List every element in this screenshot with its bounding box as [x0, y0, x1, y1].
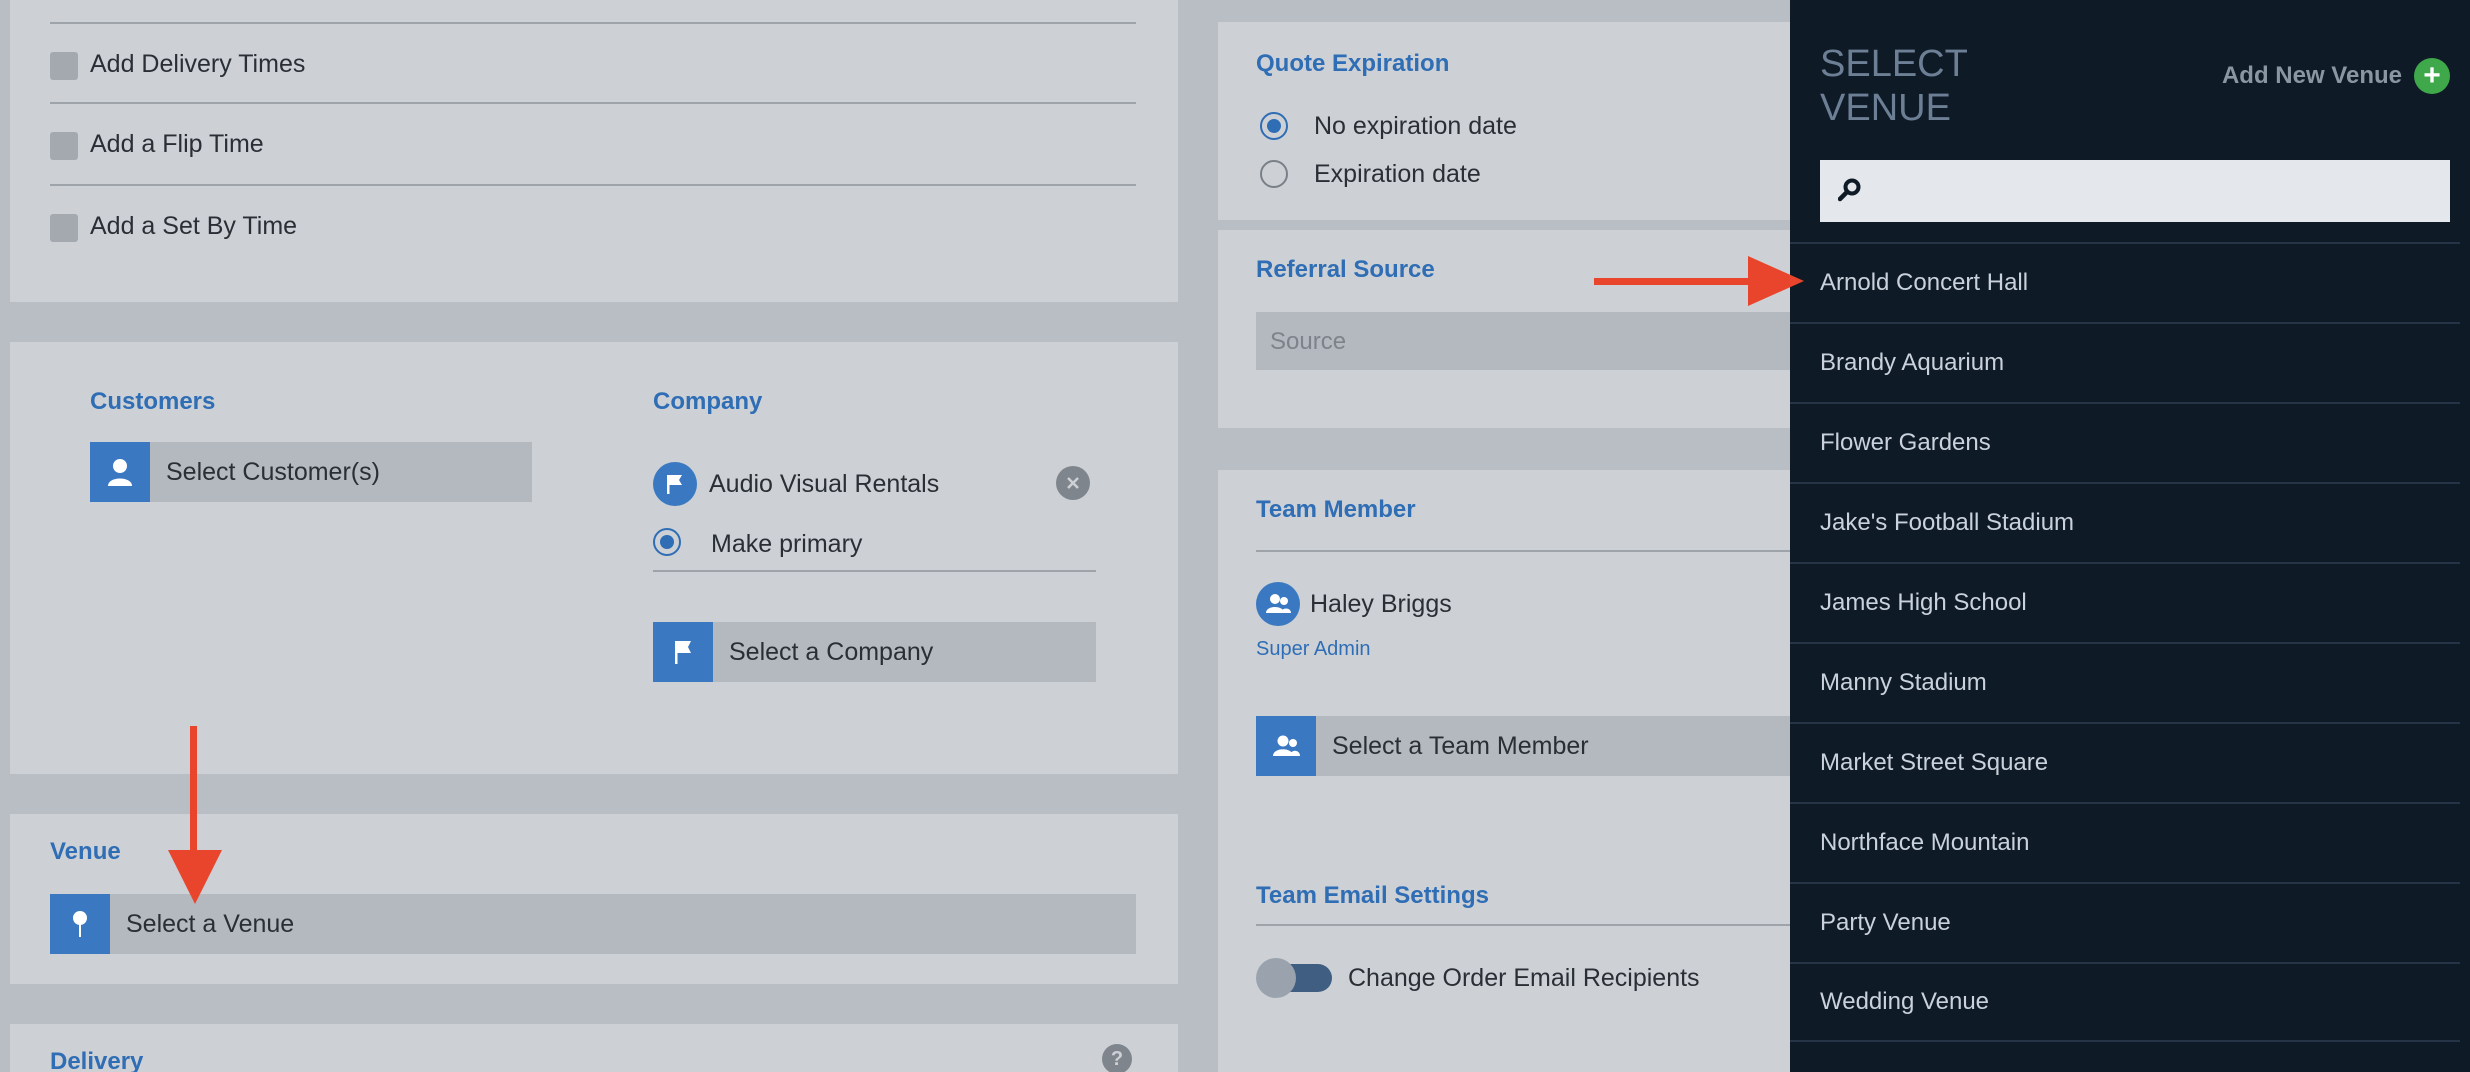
venue-item-wedding-venue[interactable]: Wedding Venue — [1790, 962, 2460, 1042]
team-email-divider — [1256, 924, 1790, 926]
flip-time-label: Add a Flip Time — [90, 130, 264, 158]
search-icon — [1838, 178, 1861, 202]
venue-item-flower-gardens[interactable]: Flower Gardens — [1790, 402, 2460, 482]
venue-item-party-venue[interactable]: Party Venue — [1790, 882, 2460, 962]
plus-icon: + — [2414, 58, 2450, 94]
annotation-arrow-right — [1594, 256, 1804, 306]
options-card: Add Delivery Times Add a Flip Time Add a… — [10, 0, 1178, 302]
set-by-time-label: Add a Set By Time — [90, 212, 298, 240]
select-team-member-label: Select a Team Member — [1332, 731, 1589, 760]
venue-search-input[interactable] — [1820, 160, 2450, 222]
team-email-settings-label: Team Email Settings — [1256, 882, 1489, 909]
company-divider — [653, 570, 1096, 572]
change-order-email-label: Change Order Email Recipients — [1348, 964, 1700, 992]
team-member-avatar-icon — [1256, 582, 1300, 626]
venue-item-jakes-football-stadium[interactable]: Jake's Football Stadium — [1790, 482, 2460, 562]
team-member-card: Team Member Haley Briggs Super Admin Sel… — [1218, 470, 1790, 1072]
select-venue-label: Select a Venue — [126, 909, 295, 938]
expiration-date-label: Expiration date — [1314, 160, 1481, 188]
venue-item-manny-stadium[interactable]: Manny Stadium — [1790, 642, 2460, 722]
no-expiration-label: No expiration date — [1314, 112, 1517, 140]
select-venue-panel: SELECT VENUE Add New Venue + Arnold Conc… — [1790, 0, 2470, 1072]
flip-time-checkbox[interactable] — [50, 132, 78, 160]
referral-source-select[interactable]: Source — [1256, 312, 1790, 370]
team-member-label: Team Member — [1256, 496, 1416, 523]
team-member-name: Haley Briggs — [1310, 590, 1452, 618]
delivery-card: Delivery ? — [10, 1024, 1178, 1072]
option-row-set-by-time[interactable]: Add a Set By Time — [50, 186, 1136, 268]
flag-icon — [653, 622, 713, 682]
select-customer-button[interactable]: Select Customer(s) — [90, 442, 532, 502]
venue-list: Arnold Concert Hall Brandy Aquarium Flow… — [1790, 242, 2460, 1042]
change-order-email-toggle[interactable] — [1256, 958, 1332, 998]
team-member-divider — [1256, 550, 1790, 552]
quote-expiration-label: Quote Expiration — [1256, 50, 1450, 77]
select-team-member-button[interactable]: Select a Team Member — [1256, 716, 1790, 776]
delivery-times-checkbox[interactable] — [50, 52, 78, 80]
company-name: Audio Visual Rentals — [709, 470, 940, 498]
set-by-time-checkbox[interactable] — [50, 214, 78, 242]
venue-item-james-high-school[interactable]: James High School — [1790, 562, 2460, 642]
delivery-label: Delivery — [50, 1048, 144, 1072]
select-venue-title: SELECT VENUE — [1820, 43, 1968, 129]
venue-item-northface-mountain[interactable]: Northface Mountain — [1790, 802, 2460, 882]
customers-company-card: Customers Select Customer(s) Company Aud… — [10, 342, 1178, 774]
venue-label: Venue — [50, 838, 121, 865]
delivery-times-label: Add Delivery Times — [90, 50, 306, 78]
referral-source-label: Referral Source — [1256, 256, 1435, 283]
no-expiration-radio[interactable] — [1260, 112, 1288, 140]
add-new-venue-button[interactable]: Add New Venue + — [2222, 58, 2450, 94]
make-primary-radio[interactable] — [653, 528, 681, 556]
select-company-button[interactable]: Select a Company — [653, 622, 1096, 682]
venue-item-brandy-aquarium[interactable]: Brandy Aquarium — [1790, 322, 2460, 402]
venue-item-market-street-square[interactable]: Market Street Square — [1790, 722, 2460, 802]
select-company-label: Select a Company — [729, 637, 934, 666]
team-icon — [1256, 716, 1316, 776]
option-row-flip-time[interactable]: Add a Flip Time — [50, 104, 1136, 186]
quote-expiration-card: Quote Expiration No expiration date Expi… — [1218, 22, 1790, 220]
referral-source-placeholder: Source — [1270, 328, 1347, 355]
pin-icon — [50, 894, 110, 954]
select-customer-label: Select Customer(s) — [166, 457, 380, 486]
customers-label: Customers — [90, 388, 216, 415]
venue-item-arnold-concert-hall[interactable]: Arnold Concert Hall — [1790, 242, 2460, 322]
expiration-date-radio[interactable] — [1260, 160, 1288, 188]
add-new-venue-label: Add New Venue — [2221, 62, 2402, 89]
make-primary-label: Make primary — [711, 530, 863, 558]
user-icon — [90, 442, 150, 502]
option-row-delivery-times[interactable]: Add Delivery Times — [50, 22, 1136, 104]
team-member-role[interactable]: Super Admin — [1256, 638, 1371, 661]
annotation-arrow-down — [168, 726, 222, 904]
help-icon[interactable]: ? — [1102, 1044, 1132, 1072]
remove-company-icon[interactable] — [1056, 466, 1090, 500]
company-flag-icon — [653, 462, 697, 506]
company-label: Company — [653, 388, 763, 415]
